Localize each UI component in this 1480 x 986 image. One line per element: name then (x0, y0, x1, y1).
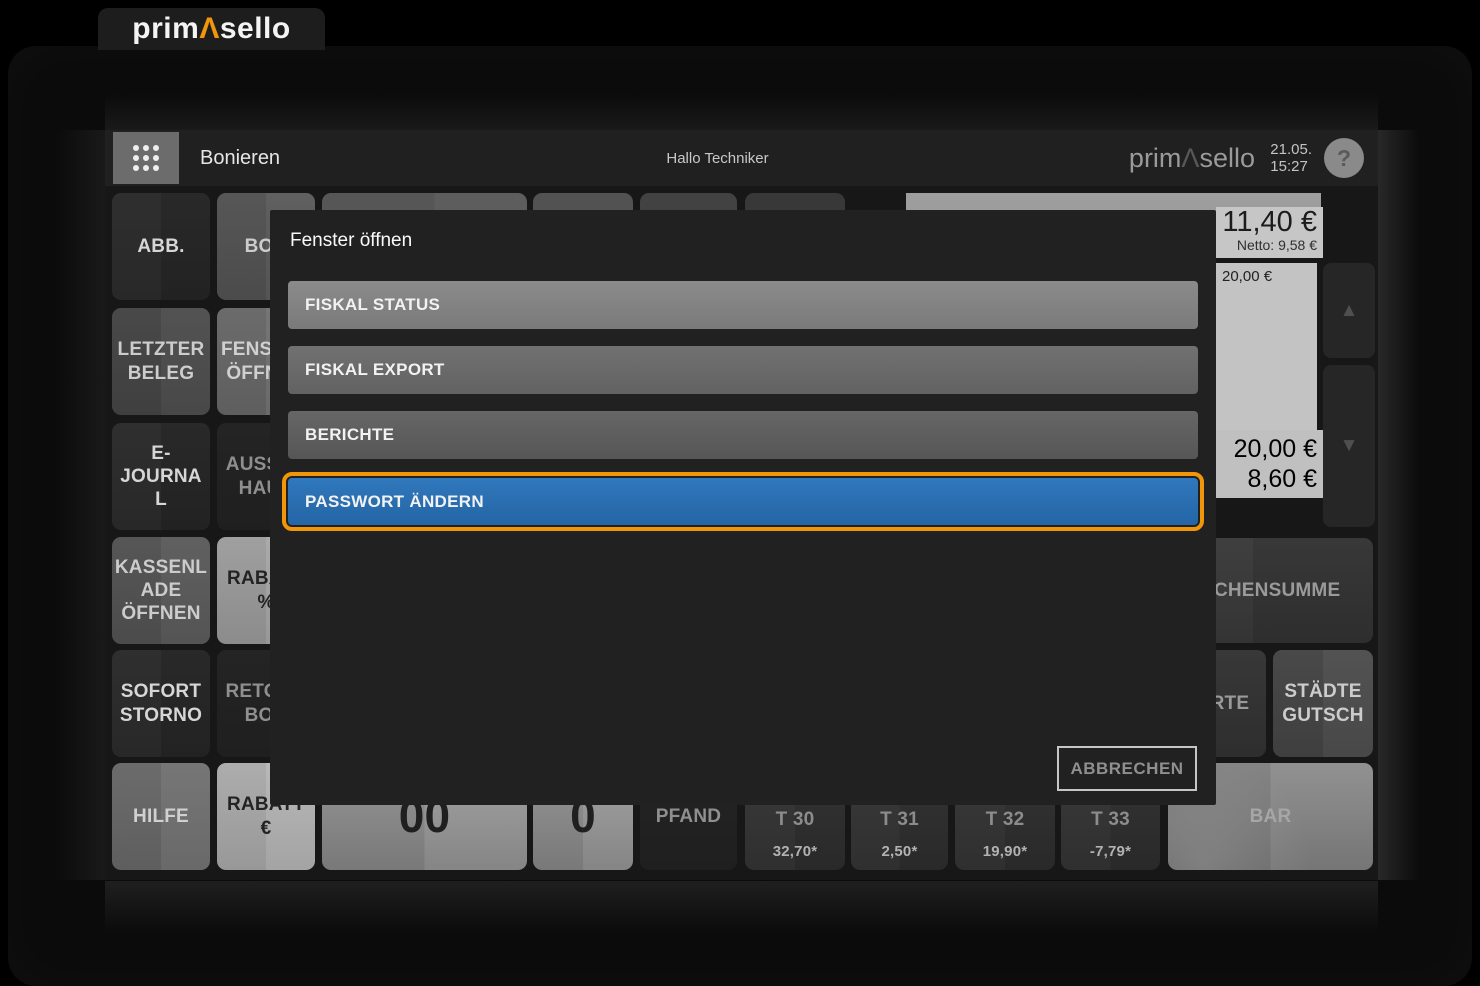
question-icon: ? (1337, 145, 1351, 172)
button-letzter-beleg[interactable]: LETZTER BELEG (112, 308, 210, 415)
header-brand-logo: primΛsello (1129, 130, 1255, 186)
time-label: 15:27 (1270, 158, 1312, 175)
receipt-total-box: 11,40 € Netto: 9,58 € (1216, 207, 1323, 258)
arrow-up-icon: ▲ (1340, 300, 1359, 322)
option-berichte[interactable]: BERICHTE (288, 411, 1198, 459)
button-e-journal[interactable]: E- JOURNA L (112, 423, 210, 530)
brand-tab: primΛsello (98, 8, 325, 50)
scroll-down-button[interactable]: ▼ (1323, 365, 1375, 527)
receipt-item-price[interactable]: 20,00 € (1216, 263, 1317, 290)
fenster-oeffnen-dialog: Fenster öffnen FISKAL STATUS FISKAL EXPO… (270, 210, 1216, 805)
logo-sello: sello (1199, 143, 1255, 174)
cancel-button[interactable]: ABBRECHEN (1057, 746, 1197, 791)
grid-dots-icon (130, 142, 162, 174)
table-amount: 32,70* (745, 843, 845, 861)
button-sofort-storno[interactable]: SOFORT STORNO (112, 650, 210, 757)
primasello-logo: primΛsello (132, 12, 290, 46)
dialog-title: Fenster öffnen (290, 230, 412, 252)
option-fiskal-export[interactable]: FISKAL EXPORT (288, 346, 1198, 394)
logo-mark-icon: Λ (1181, 143, 1199, 174)
receipt-sum-net: 8,60 € (1216, 464, 1317, 494)
header-bar: Bonieren Hallo Techniker primΛsello 21.0… (105, 130, 1378, 186)
button-hilfe[interactable]: HILFE (112, 763, 210, 870)
receipt-sums-box: 20,00 € 8,60 € (1216, 430, 1323, 498)
receipt-sum-gross: 20,00 € (1216, 434, 1317, 464)
table-amount: 19,90* (955, 843, 1055, 861)
page-title: Bonieren (200, 130, 280, 186)
scroll-up-button[interactable]: ▲ (1323, 263, 1375, 358)
receipt-netto: Netto: 9,58 € (1216, 237, 1317, 253)
receipt-total: 11,40 € (1216, 207, 1317, 237)
date-label: 21.05. (1270, 141, 1312, 158)
button-abb[interactable]: ABB. (112, 193, 210, 300)
option-fiskal-status[interactable]: FISKAL STATUS (288, 281, 1198, 329)
table-amount: 2,50* (851, 843, 948, 861)
logo-prim: prim (132, 12, 199, 45)
datetime-display: 21.05. 15:27 (1270, 141, 1312, 176)
button-staedte-gutschein[interactable]: STÄDTE GUTSCH (1273, 650, 1373, 757)
logo-mark-icon: Λ (199, 12, 220, 45)
table-name: T 33 (1091, 808, 1130, 831)
apps-menu-button[interactable] (113, 132, 179, 184)
receipt-item-list[interactable]: 20,00 € (1216, 263, 1317, 430)
help-button[interactable]: ? (1324, 138, 1364, 178)
table-name: T 31 (880, 808, 919, 831)
option-passwort-aendern[interactable]: PASSWORT ÄNDERN (288, 478, 1198, 525)
arrow-down-icon: ▼ (1340, 435, 1359, 457)
logo-prim: prim (1129, 143, 1182, 174)
table-name: T 30 (776, 808, 815, 831)
button-kassenlade-oeffnen[interactable]: KASSENL ADE ÖFFNEN (112, 537, 210, 644)
user-greeting: Hallo Techniker (545, 130, 890, 186)
table-name: T 32 (986, 808, 1025, 831)
table-amount: -7,79* (1061, 843, 1160, 861)
logo-sello: sello (220, 12, 291, 45)
